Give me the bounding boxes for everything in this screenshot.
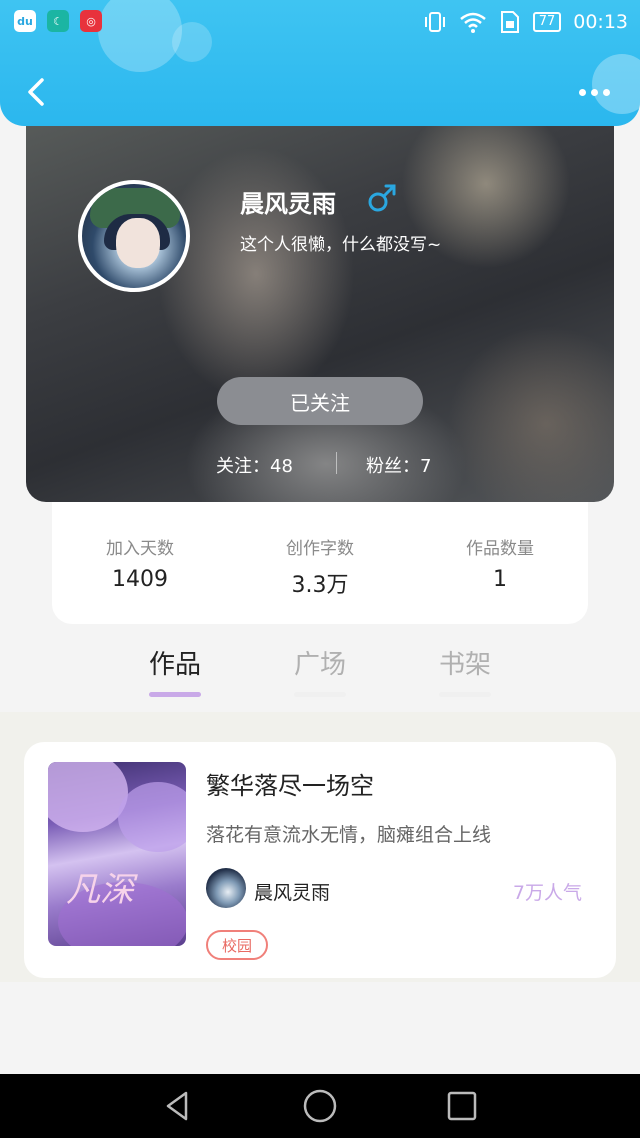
netease-music-icon: ◎: [80, 10, 102, 32]
back-button[interactable]: [18, 72, 54, 112]
status-bar: du ☾ ◎ 77 00:13: [0, 0, 640, 44]
stat-work-count: 作品数量 1: [430, 534, 570, 592]
stat-join-days: 加入天数 1409: [70, 534, 210, 592]
back-triangle-icon[interactable]: [160, 1088, 196, 1124]
tab-label: 作品: [148, 650, 201, 680]
stat-word-count: 创作字数 3.3万: [250, 534, 390, 599]
profile-card: 晨风灵雨 这个人很懒，什么都没写~ 已关注 关注：48 粉丝：7: [26, 104, 614, 502]
work-card[interactable]: 凡深 繁华落尽一场空 落花有意流水无情，脑瘫组合上线 晨风灵雨 7万人气 校园: [24, 742, 616, 978]
popularity: 7万人气: [512, 882, 582, 904]
tab-bar: 作品 广场 书架: [0, 640, 640, 706]
system-nav-bar: [0, 1074, 640, 1138]
du-icon: du: [14, 10, 36, 32]
username: 晨风灵雨: [240, 190, 336, 218]
tab-works[interactable]: 作品: [130, 644, 220, 697]
tab-bookshelf[interactable]: 书架: [420, 644, 510, 697]
wifi-icon: [459, 12, 486, 33]
work-description: 落花有意流水无情，脑瘫组合上线: [206, 824, 492, 846]
stats-card: 加入天数 1409 创作字数 3.3万 作品数量 1: [52, 500, 588, 624]
tab-indicator: [149, 692, 201, 697]
work-title[interactable]: 繁华落尽一场空: [206, 766, 374, 801]
stat-label: 创作字数: [286, 539, 354, 559]
more-dots-icon: [578, 88, 586, 96]
tab-label: 书架: [438, 650, 491, 680]
cover-title: 凡深: [66, 870, 134, 910]
stat-value: 1: [493, 567, 507, 592]
book-cover[interactable]: 凡深: [48, 762, 186, 946]
battery-level: 77: [532, 12, 562, 32]
follow-button[interactable]: 已关注: [217, 377, 423, 425]
sim-card-icon: [500, 11, 519, 33]
top-header: du ☾ ◎ 77 00:13: [0, 0, 640, 126]
male-icon: [368, 184, 396, 212]
genre-tag[interactable]: 校园: [206, 930, 269, 960]
clock: 00:13: [573, 11, 628, 33]
tab-label: 广场: [293, 650, 346, 680]
fans-count[interactable]: 粉丝：7: [366, 452, 431, 478]
stat-label: 加入天数: [106, 539, 174, 559]
stat-value: 1409: [112, 567, 168, 592]
stat-label: 作品数量: [466, 539, 534, 559]
follow-stats: 关注：48 粉丝：7: [26, 450, 614, 478]
author-name[interactable]: 晨风灵雨: [254, 878, 330, 905]
recents-square-icon[interactable]: [444, 1088, 480, 1124]
vibrate-icon: [424, 12, 445, 32]
tab-indicator: [294, 692, 346, 697]
avatar[interactable]: [78, 180, 190, 292]
more-button[interactable]: [574, 80, 614, 104]
divider: [336, 452, 337, 474]
tab-indicator: [439, 692, 491, 697]
user-bio: 这个人很懒，什么都没写~: [240, 235, 442, 255]
author-avatar[interactable]: [206, 868, 246, 908]
tab-square[interactable]: 广场: [275, 644, 365, 697]
moon-icon: ☾: [47, 10, 69, 32]
following-count[interactable]: 关注：48: [216, 452, 293, 478]
home-circle-icon[interactable]: [302, 1088, 338, 1124]
chevron-left-icon: [28, 78, 44, 106]
stat-value: 3.3万: [291, 573, 349, 598]
